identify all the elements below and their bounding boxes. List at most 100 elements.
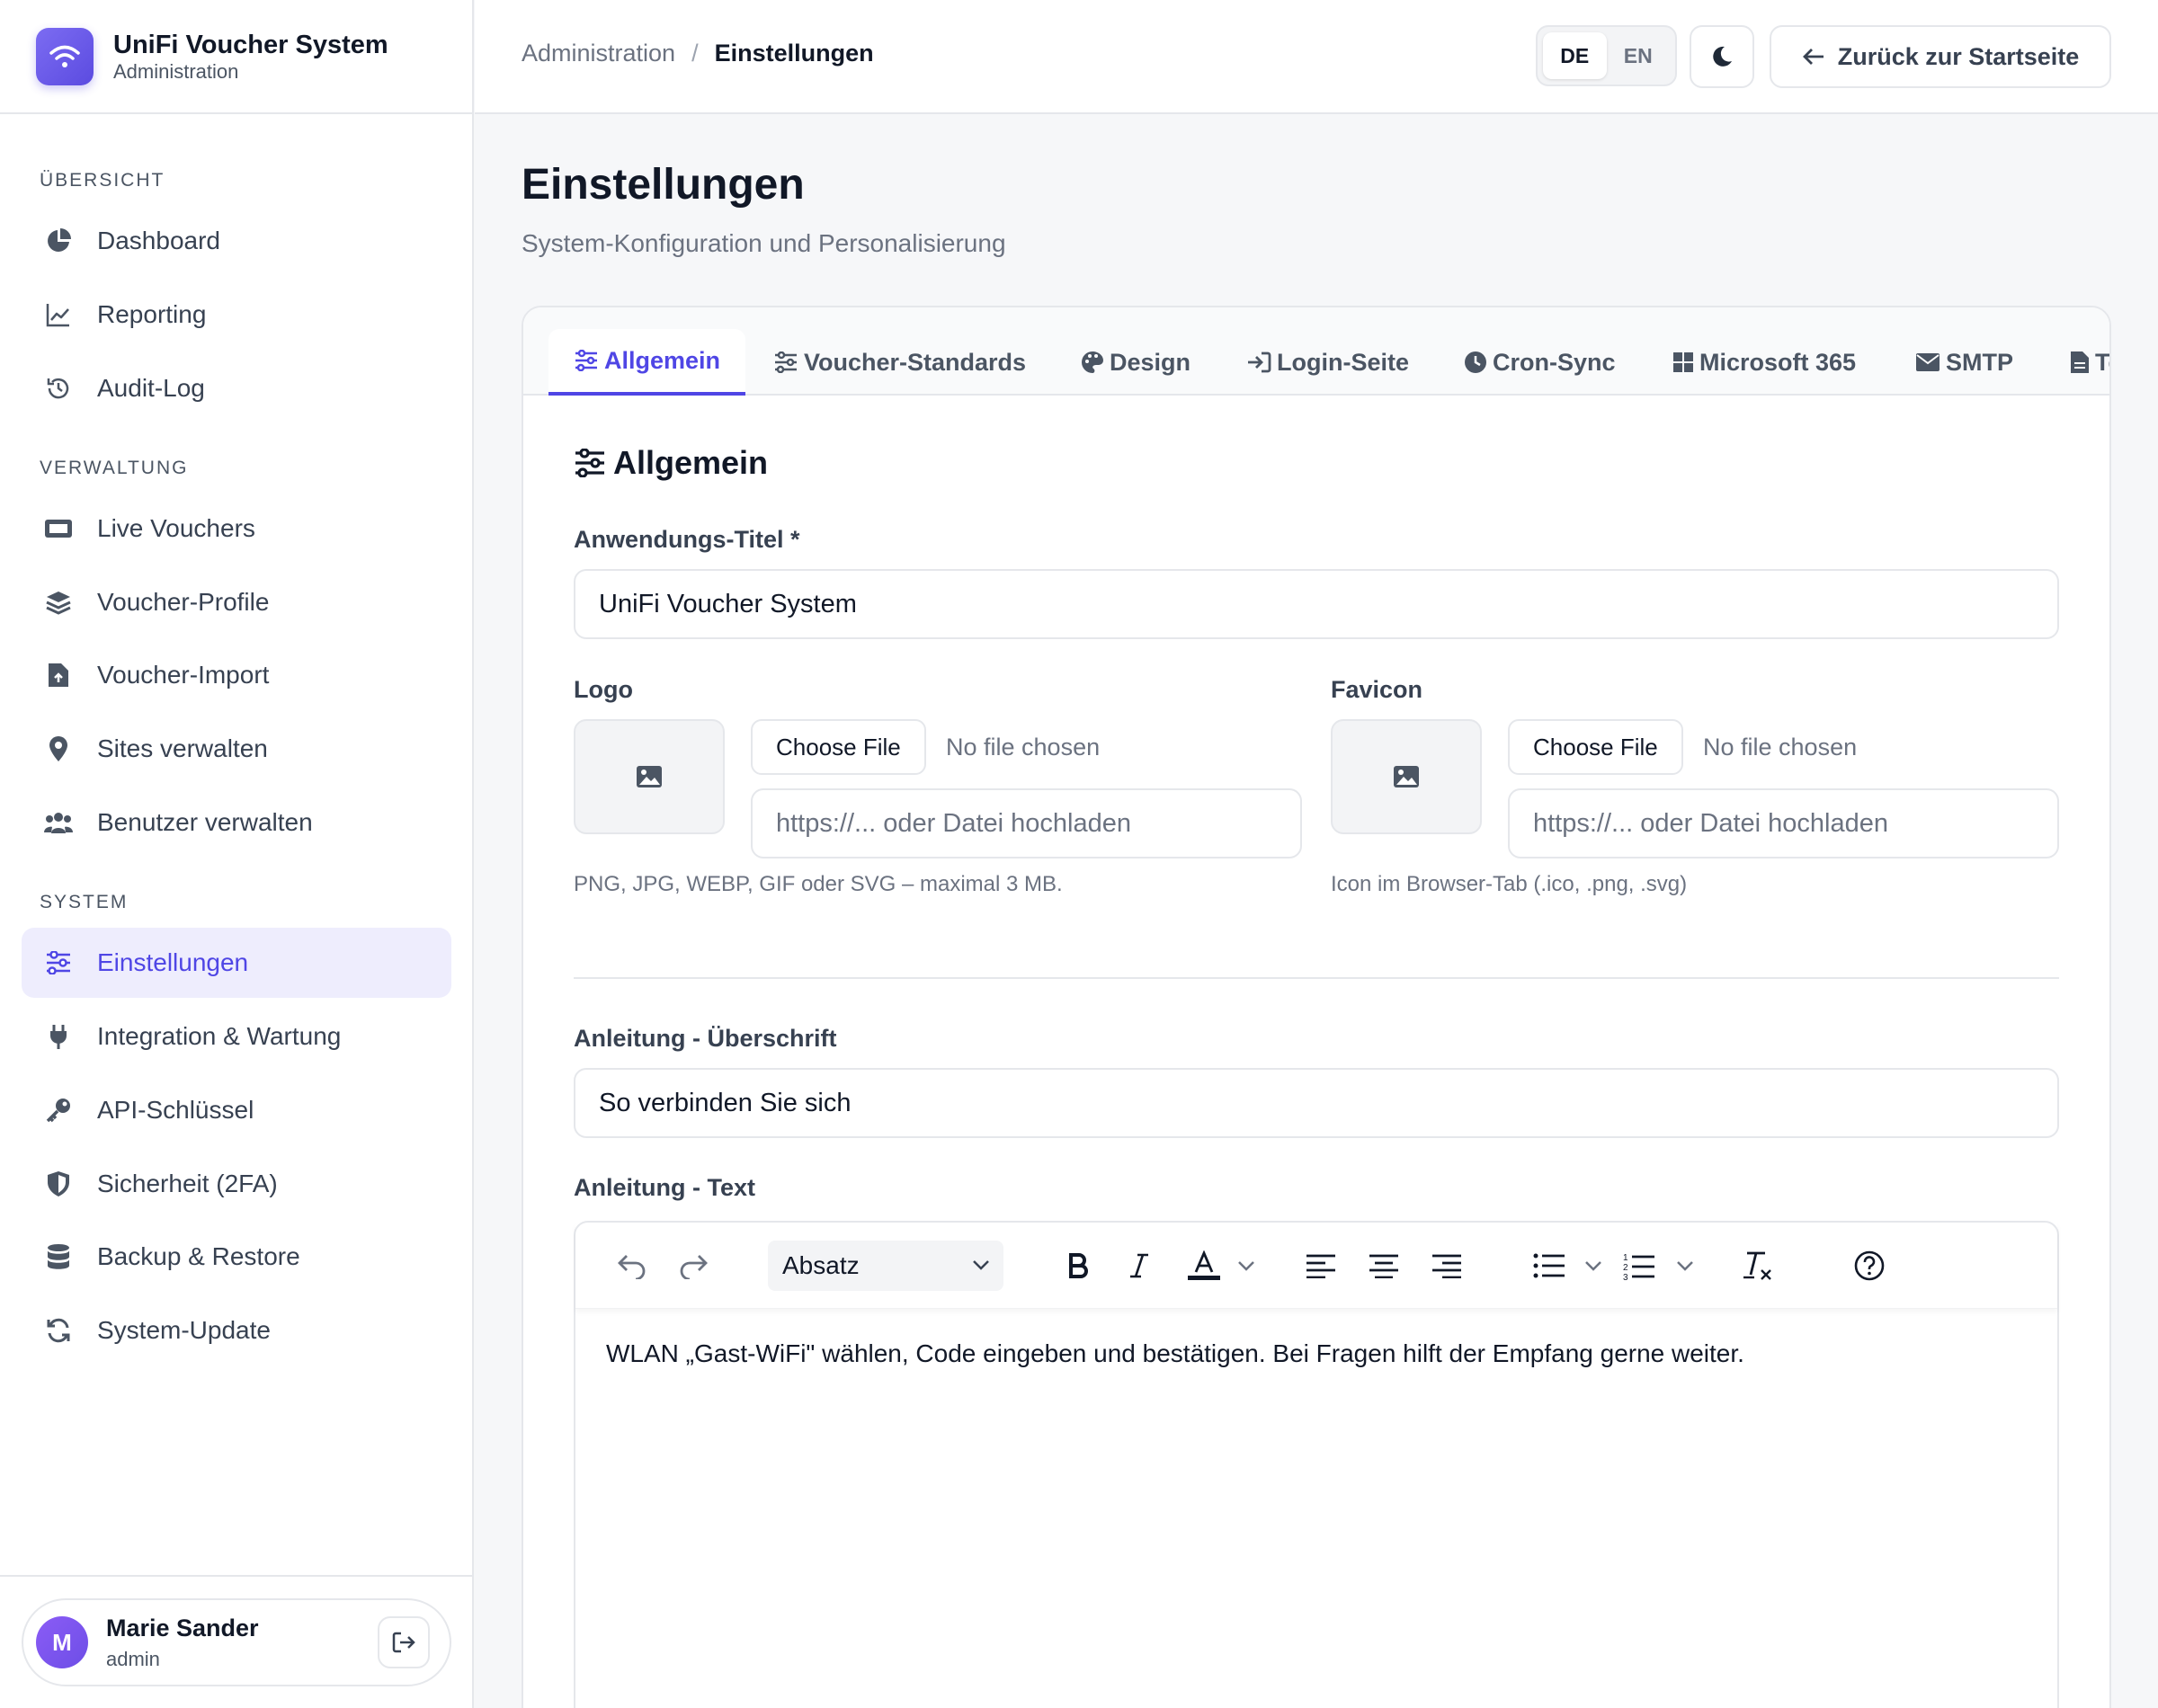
sidebar-item-audit-log[interactable]: Audit-Log [22,353,451,423]
instructions-heading-input[interactable]: So verbinden Sie sich [574,1068,2059,1138]
tab-design[interactable]: Design [1081,329,1190,396]
bullet-list-button[interactable] [1529,1244,1570,1287]
svg-text:1: 1 [1623,1253,1628,1263]
shield-icon [43,1169,74,1199]
logo-hint: PNG, JPG, WEBP, GIF oder SVG – maximal 3… [574,872,1063,896]
clock-icon [1464,351,1487,374]
section-title-text: Allgemein [613,444,769,481]
sidebar-divider [0,1575,474,1577]
avatar: M [36,1616,88,1668]
favicon-url-input[interactable]: https://... oder Datei hochladen [1508,788,2059,858]
italic-icon [1129,1252,1149,1279]
undo-button[interactable] [610,1244,651,1287]
layers-icon [43,587,74,618]
logo-url-input[interactable]: https://... oder Datei hochladen [751,788,1302,858]
block-format-select[interactable]: Absatz [768,1241,1003,1291]
user-card[interactable]: M Marie Sander admin [22,1598,451,1686]
text-color-dropdown[interactable] [1234,1244,1259,1287]
sidebar-item-reporting[interactable]: Reporting [22,280,451,350]
sidebar-item-settings[interactable]: Einstellungen [22,928,451,998]
tab-label: Cron-Sync [1493,348,1616,376]
wifi-icon [36,27,94,85]
tab-cron-sync[interactable]: Cron-Sync [1464,329,1616,396]
sidebar-item-backup[interactable]: Backup & Restore [22,1222,451,1292]
redo-icon [679,1252,711,1279]
numbered-list-dropdown[interactable] [1672,1244,1698,1287]
bullet-list-dropdown[interactable] [1581,1244,1606,1287]
favicon-choose-file-button[interactable]: Choose File [1508,719,1683,775]
app-title-input[interactable]: UniFi Voucher System [574,569,2059,639]
moon-icon [1710,45,1734,68]
logo-file-status: No file chosen [946,734,1101,761]
line-chart-icon [43,299,74,330]
sidebar-item-dashboard[interactable]: Dashboard [22,206,451,276]
chevron-down-icon [1583,1256,1603,1276]
sidebar-item-voucher-profiles[interactable]: Voucher-Profile [22,567,451,637]
breadcrumb-separator: / [691,40,699,67]
logout-button[interactable] [378,1616,430,1668]
logo-choose-file-button[interactable]: Choose File [751,719,926,775]
align-center-icon [1369,1253,1399,1278]
tab-general[interactable]: Allgemein [548,329,746,396]
help-button[interactable] [1849,1244,1890,1287]
clear-formatting-button[interactable] [1737,1244,1779,1287]
sidebar-item-label: API-Schlüssel [97,1096,254,1124]
language-switch: DE EN [1536,25,1677,86]
arrow-left-icon [1802,47,1825,67]
brand[interactable]: UniFi Voucher System Administration [0,0,472,114]
users-icon [43,807,74,838]
bold-icon [1066,1252,1090,1279]
align-right-button[interactable] [1426,1244,1467,1287]
sidebar-item-sites[interactable]: Sites verwalten [22,714,451,784]
key-icon [43,1095,74,1125]
plug-icon [43,1021,74,1052]
numbered-list-button[interactable]: 123 [1618,1244,1660,1287]
svg-text:2: 2 [1623,1263,1628,1273]
sidebar-item-system-update[interactable]: System-Update [22,1295,451,1366]
text-color-button[interactable] [1183,1244,1225,1287]
help-icon [1854,1250,1885,1281]
database-icon [43,1241,74,1272]
block-format-value: Absatz [782,1251,860,1279]
settings-card: Allgemein Voucher-Standards Design Login… [522,306,2111,1708]
sidebar-item-users[interactable]: Benutzer verwalten [22,787,451,858]
palette-icon [1081,351,1104,374]
language-en-button[interactable]: EN [1607,32,1671,79]
logo-label: Logo [574,676,633,703]
image-icon [1393,765,1420,788]
tab-voucher-defaults[interactable]: Voucher-Standards [773,329,1026,396]
app-title-label: Anwendungs-Titel * [574,526,800,553]
tab-smtp[interactable]: SMTP [1915,329,2013,396]
tab-templates[interactable]: Te [2070,329,2109,396]
sidebar-item-api-keys[interactable]: API-Schlüssel [22,1075,451,1145]
sidebar-item-label: Voucher-Profile [97,588,270,616]
favicon-hint: Icon im Browser-Tab (.ico, .png, .svg) [1331,872,1688,896]
tab-label: Allgemein [604,346,721,374]
sidebar-item-integration[interactable]: Integration & Wartung [22,1001,451,1072]
tab-login-page[interactable]: Login-Seite [1246,329,1409,396]
bold-button[interactable] [1057,1244,1099,1287]
align-left-button[interactable] [1300,1244,1342,1287]
sidebar-item-voucher-import[interactable]: Voucher-Import [22,640,451,710]
sidebar-item-security[interactable]: Sicherheit (2FA) [22,1149,451,1219]
italic-button[interactable] [1119,1244,1160,1287]
back-to-home-button[interactable]: Zurück zur Startseite [1770,25,2111,88]
theme-toggle-button[interactable] [1690,25,1754,88]
envelope-icon [1915,352,1940,372]
sidebar-item-label: Audit-Log [97,374,205,402]
tab-label: Microsoft 365 [1699,348,1857,376]
chevron-down-icon [971,1255,991,1275]
sidebar-item-live-vouchers[interactable]: Live Vouchers [22,494,451,564]
breadcrumb-item-administration[interactable]: Administration [522,40,675,67]
align-center-button[interactable] [1363,1244,1404,1287]
language-de-button[interactable]: DE [1543,32,1607,79]
editor-content[interactable]: WLAN „Gast-WiFi" wählen, Code eingeben u… [606,1339,1744,1368]
redo-button[interactable] [674,1244,716,1287]
svg-text:3: 3 [1623,1273,1628,1280]
map-pin-icon [43,734,74,764]
tab-microsoft-365[interactable]: Microsoft 365 [1672,329,1856,396]
rich-text-editor: Absatz 1 2 3 WLAN „Gast-WiFi" wählen, Co… [574,1221,2059,1708]
page-title: Einstellungen [522,161,805,209]
ticket-icon [43,513,74,544]
breadcrumb-item-current: Einstellungen [714,40,874,67]
